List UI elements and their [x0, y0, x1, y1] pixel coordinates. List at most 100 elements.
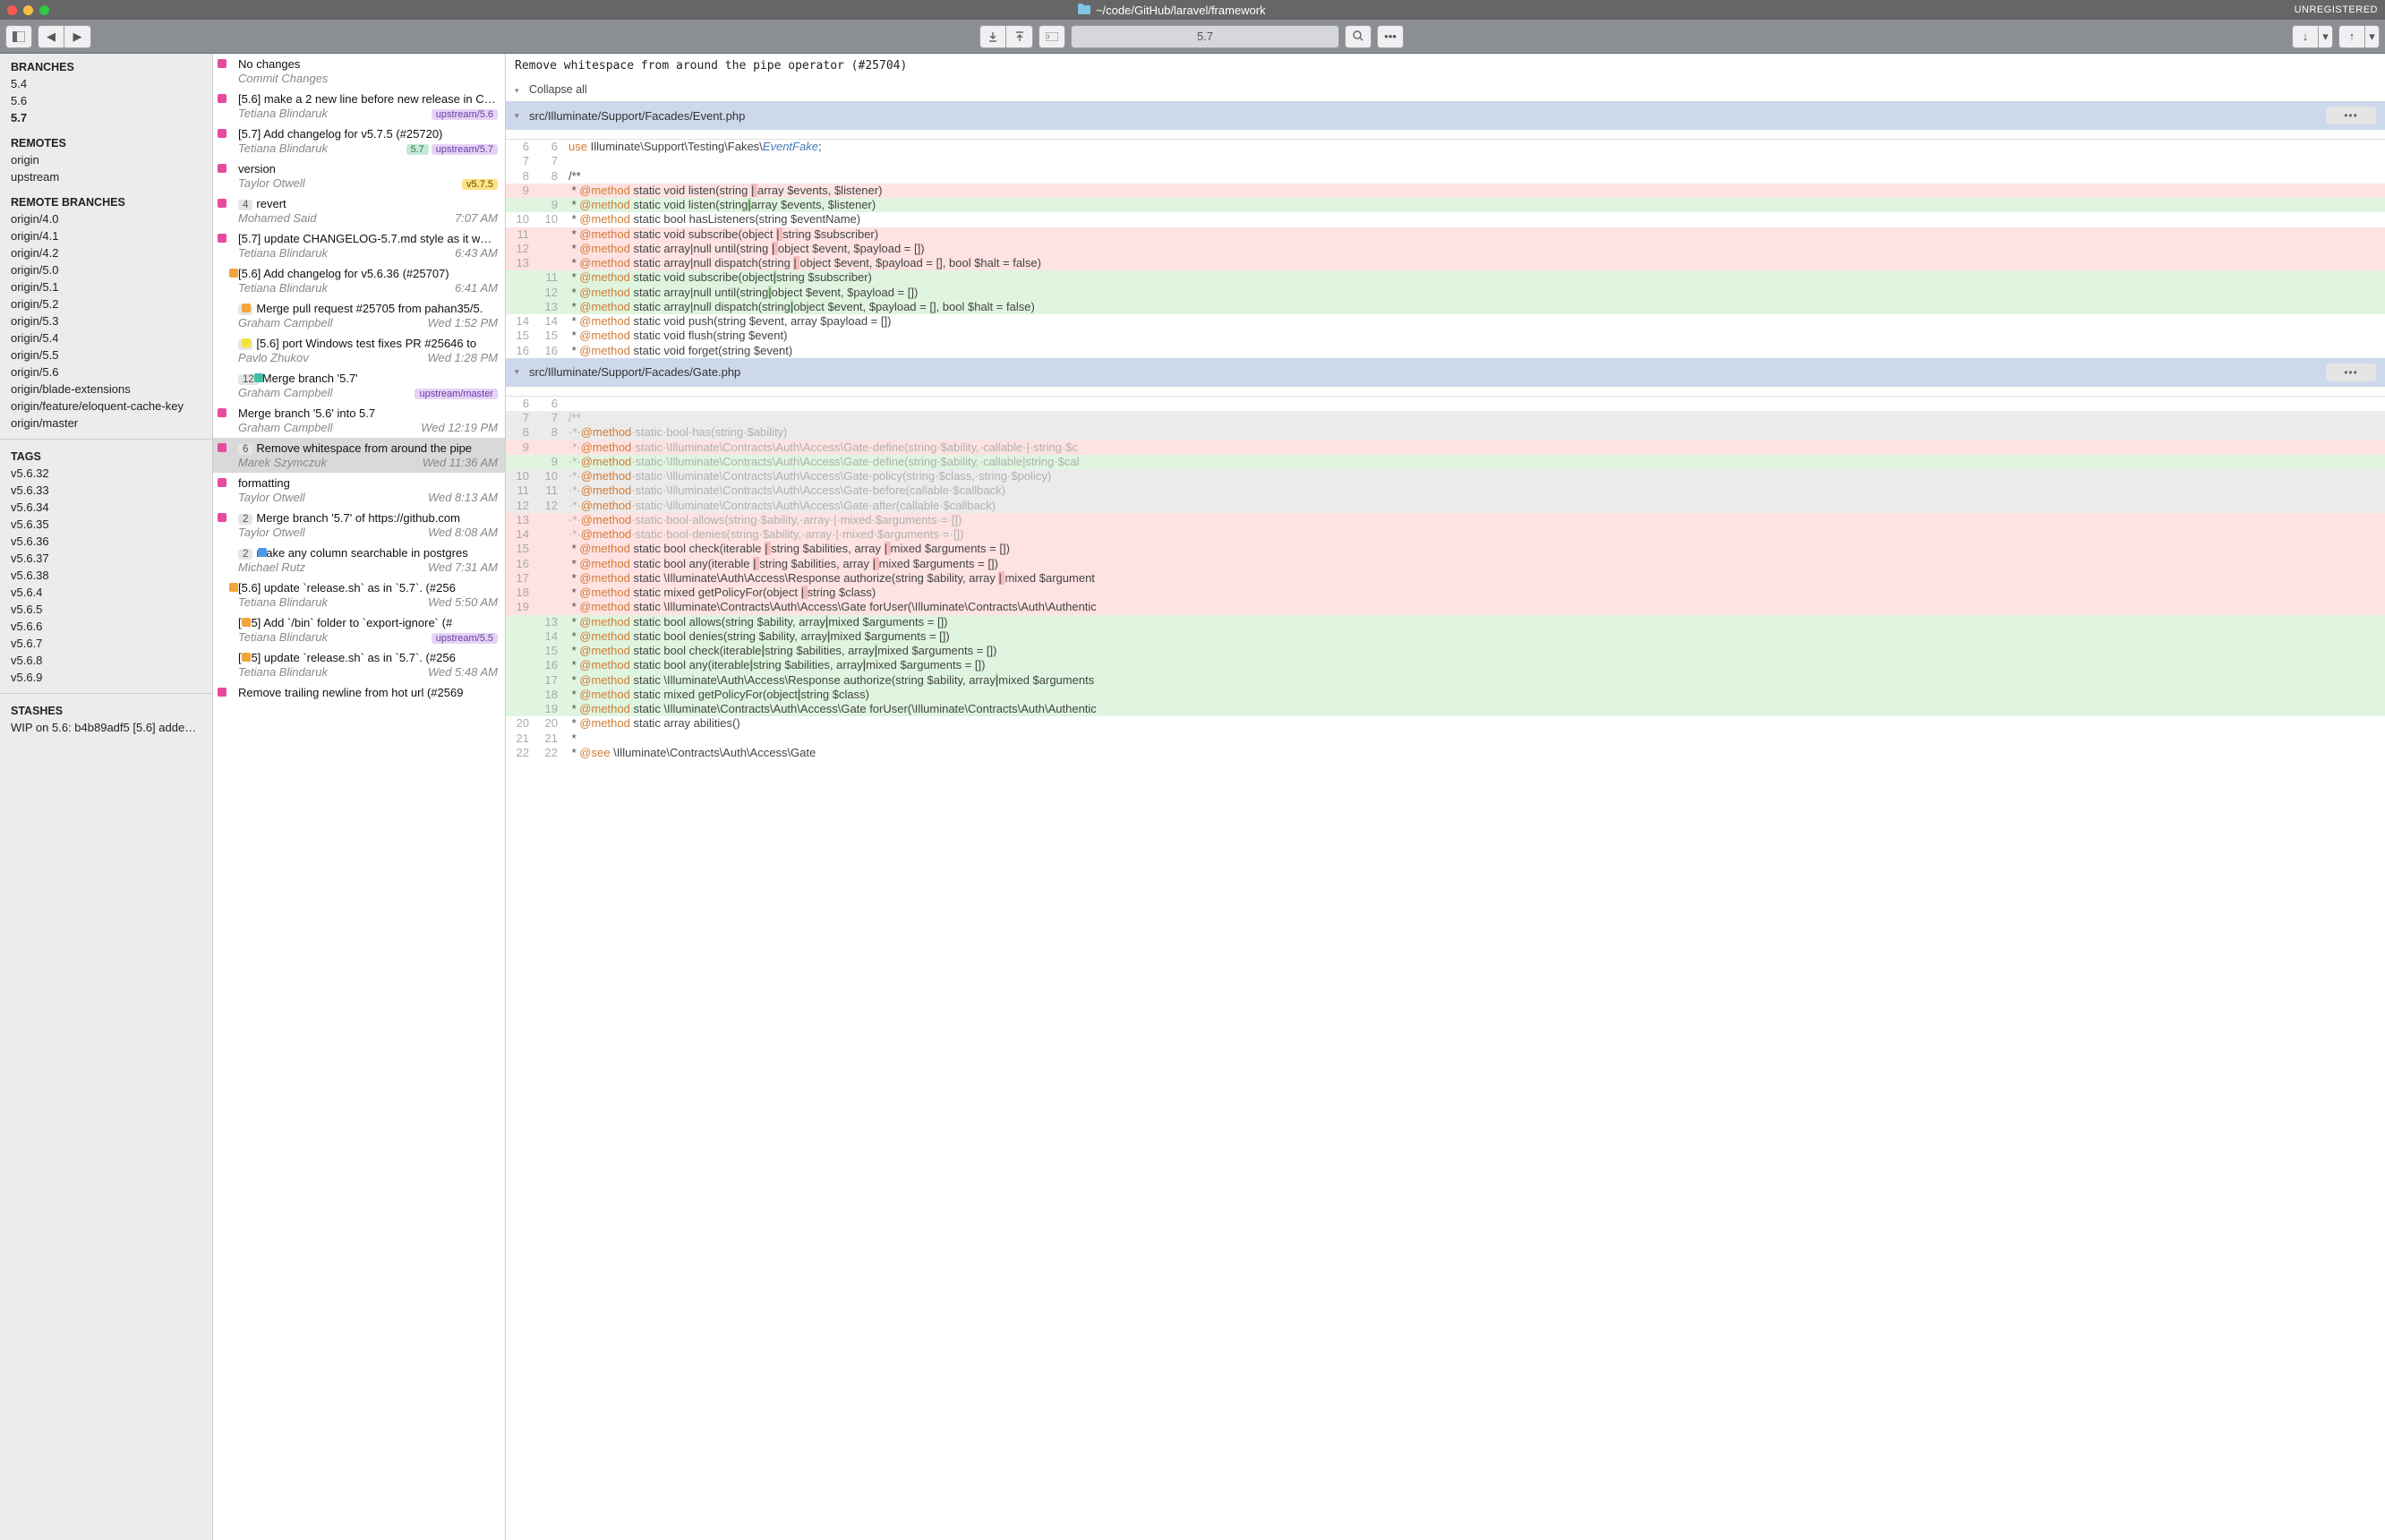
- commit-item[interactable]: 6[5.6] port Windows test fixes PR #25646…: [213, 333, 505, 368]
- sidebar-stash-item[interactable]: WIP on 5.6: b4b89adf5 [5.6] added m: [0, 719, 212, 736]
- commit-node-icon: [258, 548, 267, 557]
- sidebar-remote-branch-item[interactable]: origin/feature/eloquent-cache-key: [0, 398, 212, 415]
- commit-item[interactable]: [5.7] update CHANGELOG-5.7.md style as i…: [213, 228, 505, 263]
- sidebar-remote-branch-item[interactable]: origin/blade-extensions: [0, 381, 212, 398]
- sidebar-remote-branch-item[interactable]: origin/5.6: [0, 364, 212, 381]
- file-header[interactable]: src/Illuminate/Support/Facades/Event.php…: [506, 101, 2385, 130]
- more-button[interactable]: •••: [1377, 25, 1404, 48]
- commit-item[interactable]: [5.5] Add `/bin` folder to `export-ignor…: [213, 612, 505, 647]
- new-line-number: [534, 571, 563, 586]
- commit-author: Michael Rutz: [238, 560, 428, 574]
- commit-item[interactable]: [5.6] make a 2 new line before new relea…: [213, 89, 505, 124]
- commit-time: Wed 5:50 AM: [428, 595, 498, 609]
- sidebar-tag-item[interactable]: v5.6.8: [0, 652, 212, 669]
- code-line: * @method static void listen(string | ar…: [563, 184, 2385, 198]
- search-button[interactable]: [1345, 25, 1372, 48]
- commit-item[interactable]: formattingTaylor OtwellWed 8:13 AM: [213, 473, 505, 508]
- sidebar-tag-item[interactable]: v5.6.6: [0, 618, 212, 635]
- file-header[interactable]: src/Illuminate/Support/Facades/Gate.php•…: [506, 358, 2385, 387]
- sidebar-tag-item[interactable]: v5.6.4: [0, 584, 212, 601]
- commit-time: Wed 12:19 PM: [421, 421, 498, 434]
- commit-node-icon: [218, 513, 227, 522]
- commit-item[interactable]: No changesCommit Changes: [213, 54, 505, 89]
- maximize-window-icon[interactable]: [39, 5, 49, 15]
- commit-item[interactable]: Remove trailing newline from hot url (#2…: [213, 682, 505, 704]
- sidebar-remote-branch-item[interactable]: origin/4.2: [0, 244, 212, 261]
- terminal-button[interactable]: [1039, 25, 1065, 48]
- code-line: * @method static bool allows(string $abi…: [563, 615, 2385, 629]
- sidebar-tag-item[interactable]: v5.6.32: [0, 465, 212, 482]
- collapse-up-menu[interactable]: ▾: [2365, 25, 2380, 48]
- pull-button[interactable]: [979, 25, 1006, 48]
- old-line-number: 18: [506, 586, 534, 600]
- sidebar-remote-item[interactable]: upstream: [0, 168, 212, 185]
- new-line-number: 6: [534, 140, 563, 155]
- file-actions-button[interactable]: •••: [2326, 107, 2376, 124]
- sidebar-remote-branch-item[interactable]: origin/5.4: [0, 329, 212, 346]
- sidebar-branch-item[interactable]: 5.4: [0, 75, 212, 92]
- commit-title: 6Merge pull request #25705 from pahan35/…: [238, 302, 498, 315]
- collapse-up-button[interactable]: ↑: [2338, 25, 2365, 48]
- commit-title: Merge branch '5.6' into 5.7: [238, 406, 498, 420]
- collapse-all-button[interactable]: Collapse all: [506, 78, 2385, 101]
- commit-item[interactable]: [5.6] Add changelog for v5.6.36 (#25707)…: [213, 263, 505, 298]
- commit-item[interactable]: [5.6] update `release.sh` as in `5.7`. (…: [213, 578, 505, 612]
- sidebar-remote-item[interactable]: origin: [0, 151, 212, 168]
- commit-count-badge: 2: [238, 549, 252, 560]
- sidebar-branch-item[interactable]: 5.7: [0, 109, 212, 126]
- commit-author: Taylor Otwell: [238, 491, 428, 504]
- sidebar-remote-branch-item[interactable]: origin/master: [0, 415, 212, 432]
- collapse-down-menu[interactable]: ▾: [2319, 25, 2333, 48]
- push-button[interactable]: [1006, 25, 1033, 48]
- sidebar-remote-branch-item[interactable]: origin/5.1: [0, 278, 212, 295]
- forward-button[interactable]: ▶: [64, 25, 91, 48]
- commit-item[interactable]: 2Merge branch '5.7' of https://github.co…: [213, 508, 505, 543]
- sidebar-remote-branch-item[interactable]: origin/4.1: [0, 227, 212, 244]
- code-line: * @method static void listen(string|arra…: [563, 198, 2385, 212]
- code-line: * @method static bool any(iterable | str…: [563, 557, 2385, 571]
- commit-item[interactable]: 12Merge branch '5.7'Graham Campbellupstr…: [213, 368, 505, 403]
- sidebar-remote-branch-item[interactable]: origin/5.5: [0, 346, 212, 364]
- sidebar-tag-item[interactable]: v5.6.34: [0, 499, 212, 516]
- sidebar-remote-branch-item[interactable]: origin/4.0: [0, 210, 212, 227]
- branch-selector[interactable]: 5.7: [1071, 25, 1339, 48]
- sidebar-tag-item[interactable]: v5.6.7: [0, 635, 212, 652]
- commit-item[interactable]: 4revertMohamed Said7:07 AM: [213, 193, 505, 228]
- commit-item[interactable]: 2make any column searchable in postgresM…: [213, 543, 505, 578]
- code-line: ·*·@method·static·\Illuminate\Contracts\…: [563, 483, 2385, 498]
- branches-header: BRANCHES: [0, 57, 212, 75]
- ref-badge: upstream/5.7: [432, 144, 498, 155]
- back-button[interactable]: ◀: [38, 25, 64, 48]
- commit-time: Wed 8:08 AM: [428, 526, 498, 539]
- close-window-icon[interactable]: [7, 5, 17, 15]
- old-line-number: [506, 702, 534, 716]
- sidebar-tag-item[interactable]: v5.6.5: [0, 601, 212, 618]
- new-line-number: 8: [534, 169, 563, 184]
- commit-list[interactable]: No changesCommit Changes[5.6] make a 2 n…: [213, 54, 506, 1540]
- commit-item[interactable]: [5.5] update `release.sh` as in `5.7`. (…: [213, 647, 505, 682]
- minimize-window-icon[interactable]: [23, 5, 33, 15]
- commit-item[interactable]: versionTaylor Otwellv5.7.5: [213, 158, 505, 193]
- stashes-header: STASHES: [0, 701, 212, 719]
- file-actions-button[interactable]: •••: [2326, 364, 2376, 381]
- commit-item[interactable]: Merge branch '5.6' into 5.7Graham Campbe…: [213, 403, 505, 438]
- commit-item[interactable]: 6Merge pull request #25705 from pahan35/…: [213, 298, 505, 333]
- sidebar-remote-branch-item[interactable]: origin/5.0: [0, 261, 212, 278]
- ref-badge: upstream/5.6: [432, 109, 498, 120]
- sidebar-tag-item[interactable]: v5.6.37: [0, 550, 212, 567]
- commit-item[interactable]: 6Remove whitespace from around the pipeM…: [213, 438, 505, 473]
- sidebar-tag-item[interactable]: v5.6.36: [0, 533, 212, 550]
- sidebar-remote-branch-item[interactable]: origin/5.3: [0, 312, 212, 329]
- sidebar-toggle-button[interactable]: [5, 25, 32, 48]
- sidebar-tag-item[interactable]: v5.6.35: [0, 516, 212, 533]
- sidebar-tag-item[interactable]: v5.6.38: [0, 567, 212, 584]
- collapse-down-button[interactable]: ↓: [2292, 25, 2319, 48]
- commit-node-icon: [218, 443, 227, 452]
- sidebar-remote-branch-item[interactable]: origin/5.2: [0, 295, 212, 312]
- commit-item[interactable]: [5.7] Add changelog for v5.7.5 (#25720)T…: [213, 124, 505, 158]
- sidebar-tag-item[interactable]: v5.6.9: [0, 669, 212, 686]
- new-line-number: 18: [534, 688, 563, 702]
- code-line: * @method static void flush(string $even…: [563, 329, 2385, 343]
- sidebar-tag-item[interactable]: v5.6.33: [0, 482, 212, 499]
- sidebar-branch-item[interactable]: 5.6: [0, 92, 212, 109]
